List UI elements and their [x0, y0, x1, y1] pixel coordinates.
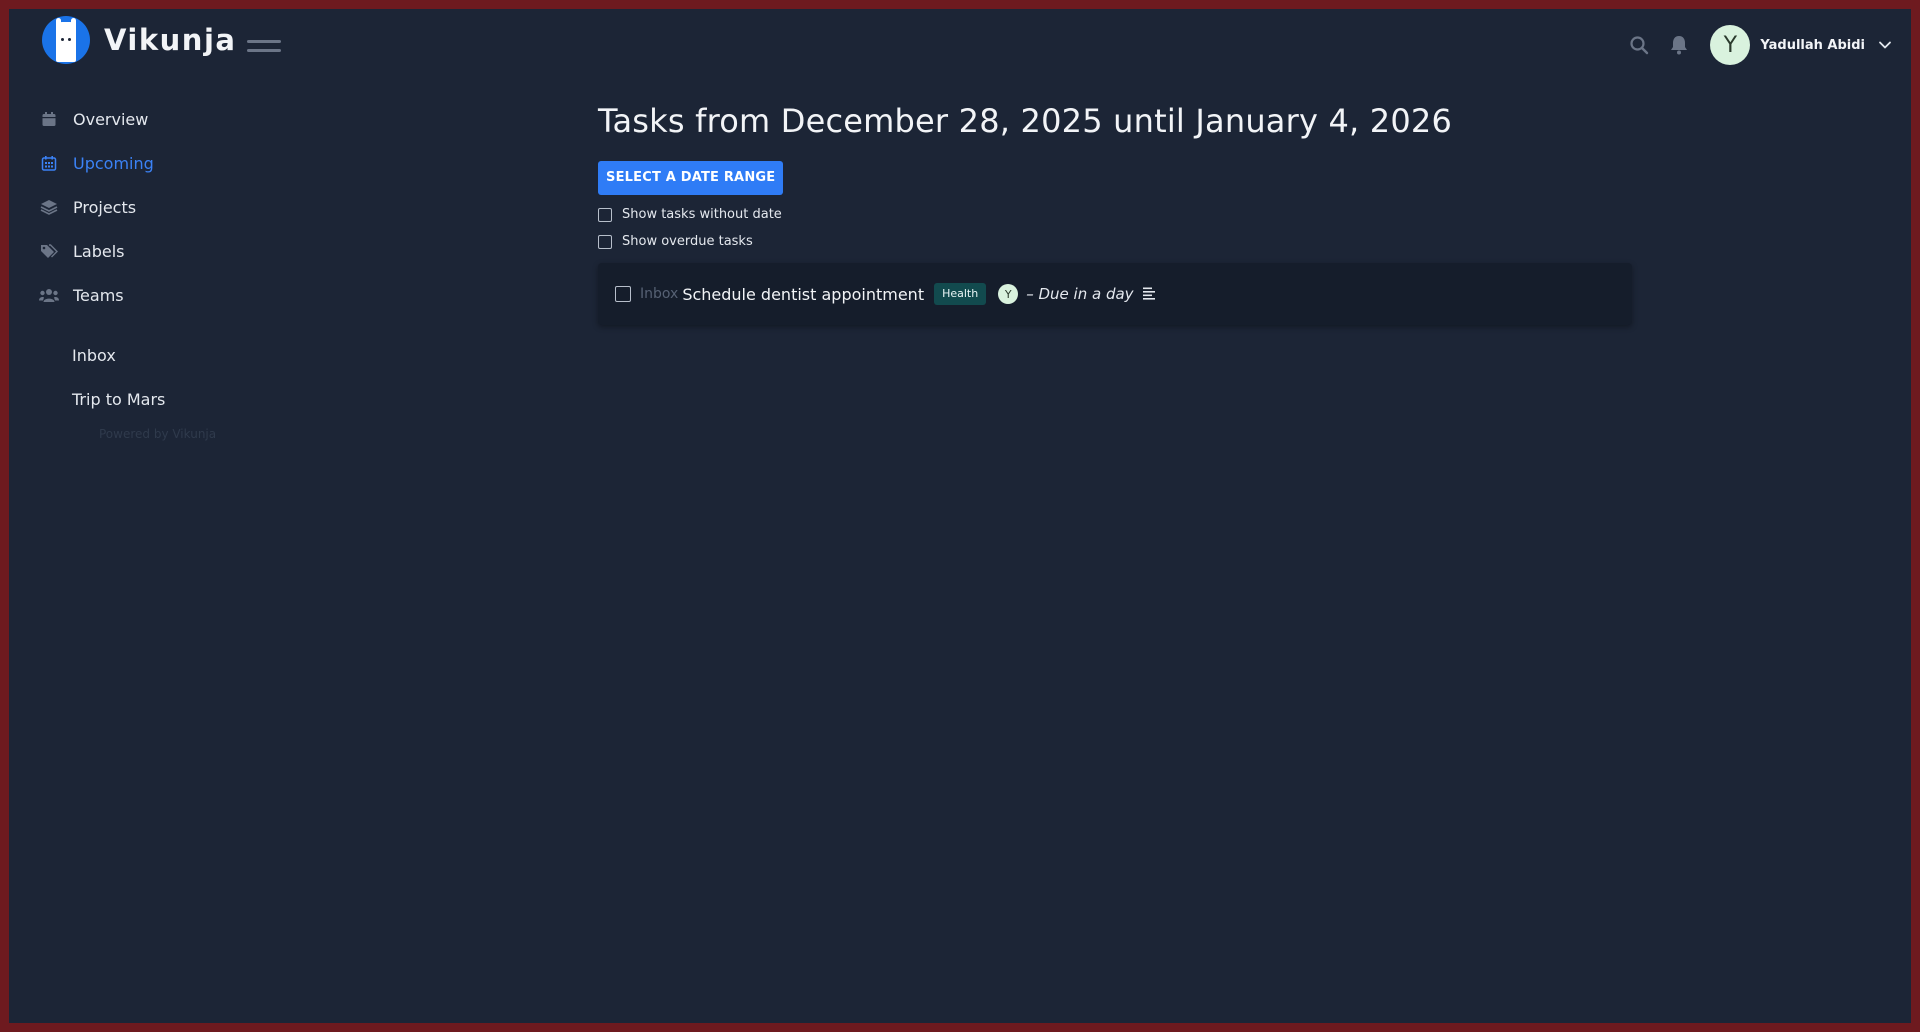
- task-title[interactable]: Schedule dentist appointment: [682, 285, 924, 304]
- sidebar-item-label: Labels: [73, 241, 125, 261]
- layers-icon: [39, 197, 59, 217]
- sidebar-item-overview[interactable]: Overview: [39, 97, 359, 141]
- select-date-range-button[interactable]: SELECT A DATE RANGE: [598, 161, 784, 195]
- app-logo[interactable]: Vikunja: [42, 16, 236, 64]
- project-list: Inbox Trip to Mars: [39, 333, 359, 421]
- checkbox-icon[interactable]: [598, 234, 612, 249]
- tags-icon: [39, 241, 59, 261]
- users-icon: [39, 285, 59, 305]
- llama-logo-icon: [42, 16, 90, 64]
- sidebar-item-label: Projects: [73, 197, 137, 217]
- page-title: Tasks from December 28, 2025 until Janua…: [598, 102, 1453, 140]
- app-frame: Vikunja Y Yadullah Abidi Overview Upcomi…: [9, 9, 1911, 1023]
- show-tasks-without-date-checkbox[interactable]: Show tasks without date: [598, 201, 1632, 228]
- main-content: Tasks from December 28, 2025 until Janua…: [598, 97, 1632, 325]
- search-icon[interactable]: [1624, 30, 1654, 60]
- sidebar-item-teams[interactable]: Teams: [39, 273, 359, 317]
- calendar-icon: [39, 109, 59, 129]
- task-row[interactable]: Inbox Schedule dentist appointment Healt…: [598, 263, 1632, 325]
- chevron-down-icon[interactable]: [1877, 37, 1893, 53]
- menu-toggle-button[interactable]: [247, 40, 281, 54]
- checkbox-icon[interactable]: [598, 207, 612, 222]
- sidebar-item-labels[interactable]: Labels: [39, 229, 359, 273]
- show-overdue-tasks-checkbox[interactable]: Show overdue tasks: [598, 228, 1632, 255]
- topbar-actions: Y Yadullah Abidi: [1624, 21, 1911, 69]
- user-avatar[interactable]: Y: [1710, 25, 1751, 65]
- task-label-badge: Health: [934, 283, 987, 305]
- calendar-week-icon: [39, 153, 59, 173]
- sidebar-item-label: Teams: [73, 285, 124, 305]
- user-name[interactable]: Yadullah Abidi: [1760, 38, 1865, 53]
- project-item-inbox[interactable]: Inbox: [39, 333, 359, 377]
- project-item-trip-to-mars[interactable]: Trip to Mars: [39, 377, 359, 421]
- sidebar-item-label: Upcoming: [73, 153, 154, 173]
- sidebar-item-projects[interactable]: Projects: [39, 185, 359, 229]
- bell-icon[interactable]: [1664, 30, 1694, 60]
- task-done-checkbox[interactable]: [615, 286, 631, 302]
- sidebar-item-upcoming[interactable]: Upcoming: [39, 141, 359, 185]
- checkbox-label: Show overdue tasks: [622, 234, 753, 249]
- assignee-avatar: Y: [998, 284, 1019, 304]
- description-icon: [1142, 285, 1156, 304]
- powered-by-link[interactable]: Powered by Vikunja: [39, 427, 359, 441]
- checkbox-label: Show tasks without date: [622, 207, 782, 222]
- task-due-date: – Due in a day: [1026, 285, 1134, 303]
- sidebar-item-label: Overview: [73, 109, 149, 129]
- app-name: Vikunja: [104, 23, 237, 57]
- sidebar: Overview Upcoming Projects Labels Teams …: [39, 97, 359, 441]
- task-project[interactable]: Inbox: [640, 286, 678, 302]
